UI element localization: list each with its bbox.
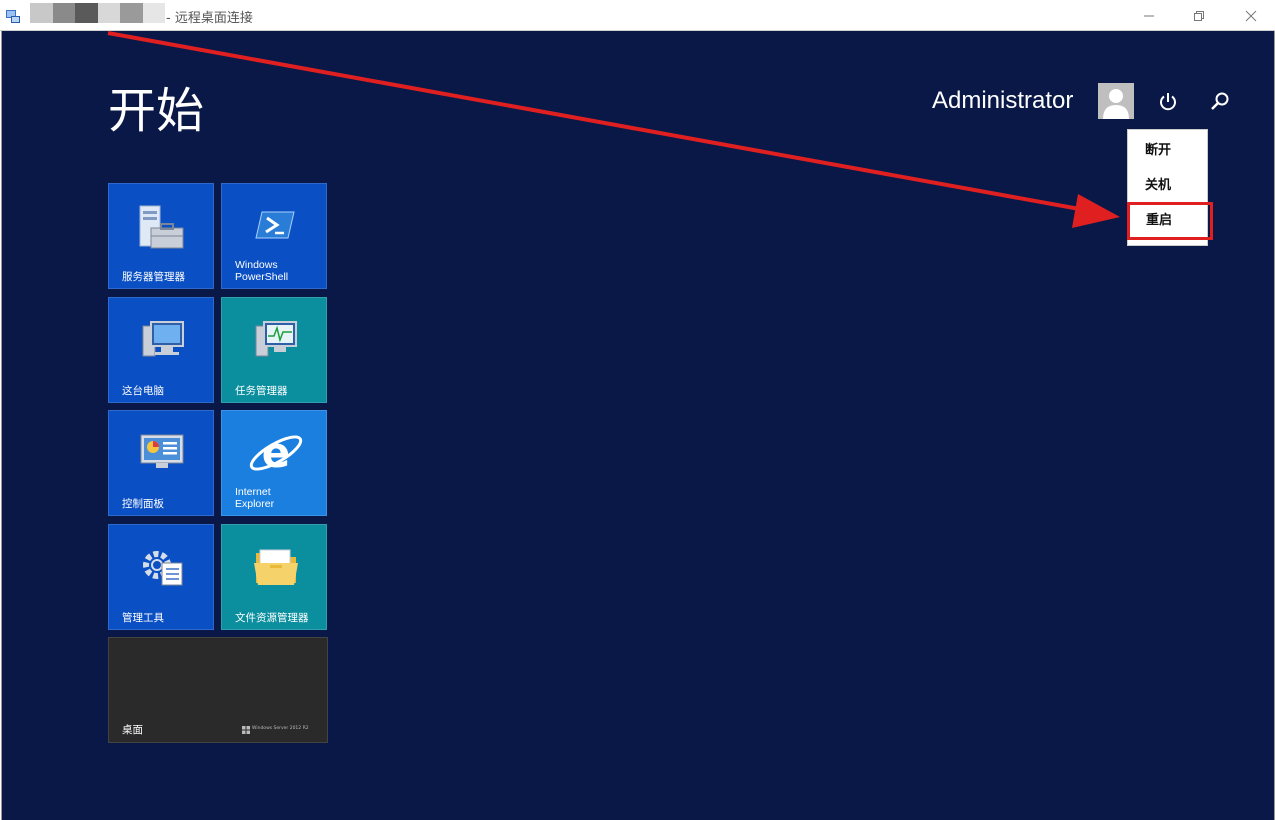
avatar[interactable]	[1098, 83, 1134, 119]
task-manager-icon	[255, 321, 297, 357]
menu-item-restart[interactable]: 重启	[1127, 202, 1213, 240]
file-explorer-icon	[254, 549, 298, 585]
control-panel-icon	[140, 434, 184, 468]
user-name[interactable]: Administrator	[932, 87, 1073, 115]
tile-this-pc[interactable]: 这台电脑	[108, 297, 214, 403]
power-icon[interactable]	[1157, 91, 1179, 113]
start-title: 开始	[108, 83, 205, 139]
tile-server-manager[interactable]: 服务器管理器	[108, 183, 214, 289]
restore-button[interactable]	[1176, 0, 1222, 31]
window-title: - 远程桌面连接	[166, 11, 253, 26]
internet-explorer-icon: e	[249, 428, 303, 477]
tile-task-manager[interactable]: 任务管理器	[221, 297, 327, 403]
windows-server-text: Windows Server 2012 R2	[252, 726, 309, 731]
svg-text:e: e	[262, 428, 291, 477]
tile-label: 桌面	[122, 724, 143, 736]
tile-label: 服务器管理器	[122, 271, 185, 283]
tile-desktop[interactable]: 桌面 Windows Server 2012 R2	[108, 637, 328, 743]
tile-label: 管理工具	[122, 612, 164, 624]
remote-desktop-icon	[6, 10, 20, 23]
tile-powershell[interactable]: Windows PowerShell	[221, 183, 327, 289]
minimize-icon	[1144, 15, 1154, 16]
tile-internet-explorer[interactable]: e Internet Explorer	[221, 410, 327, 516]
tile-label: 这台电脑	[122, 385, 164, 397]
admin-tools-icon	[143, 551, 183, 586]
start-screen: 开始 Administrator 断开 关机 重启 服务器管理器 Windows…	[1, 31, 1275, 820]
windows-server-logo: Windows Server 2012 R2	[242, 726, 309, 736]
tile-label: 任务管理器	[235, 385, 288, 397]
tile-file-explorer[interactable]: 文件资源管理器	[221, 524, 327, 630]
tile-label: Windows PowerShell	[235, 259, 289, 283]
close-icon	[1245, 10, 1257, 21]
tile-label: Internet Explorer	[235, 486, 275, 510]
user-avatar-icon	[1103, 89, 1129, 119]
tile-label: 控制面板	[122, 498, 164, 510]
close-button[interactable]	[1228, 0, 1274, 31]
server-manager-icon	[139, 205, 184, 249]
menu-item-disconnect[interactable]: 断开	[1128, 134, 1207, 168]
tile-admin-tools[interactable]: 管理工具	[108, 524, 214, 630]
menu-item-shutdown[interactable]: 关机	[1128, 169, 1207, 203]
tile-label: 文件资源管理器	[235, 612, 309, 624]
windows-logo-icon	[242, 726, 250, 734]
power-menu: 断开 关机 重启	[1127, 129, 1213, 246]
blurred-hostname	[30, 3, 165, 23]
tile-control-panel[interactable]: 控制面板	[108, 410, 214, 516]
computer-icon	[142, 321, 184, 357]
minimize-button[interactable]	[1126, 0, 1172, 31]
search-icon[interactable]	[1209, 91, 1231, 113]
powershell-icon	[255, 211, 295, 239]
restore-icon	[1194, 10, 1204, 21]
window-titlebar: - 远程桌面连接	[0, 0, 1275, 31]
